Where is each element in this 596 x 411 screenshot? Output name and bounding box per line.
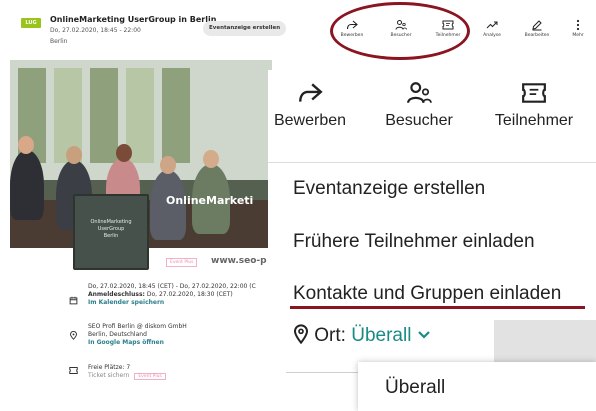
event-datetime: Do, 27.02.2020, 18:45 (CET) - Do, 27.02.…: [88, 283, 256, 290]
ticket-block: Freie Plätze: 7 Ticket sichern Event Plu…: [88, 364, 166, 380]
highlight-ellipse: [330, 2, 470, 60]
ticket-icon: [69, 367, 78, 374]
tool-label: Besucher: [385, 112, 453, 129]
dropdown-option-ueberall[interactable]: Überall: [385, 377, 445, 399]
menu-invite-contacts-groups[interactable]: Kontakte und Gruppen einladen: [293, 283, 561, 305]
tool-label: Bewerben: [273, 112, 347, 129]
tool-teilnehmer-zoomed[interactable]: Teilnehmer: [479, 80, 589, 130]
venue-block: SEO Profi Berlin @ diskom GmbH Berlin, D…: [88, 323, 187, 347]
toolbar-divider: [268, 162, 596, 163]
trend-chart-icon: [486, 21, 498, 29]
open-google-maps-link[interactable]: In Google Maps öffnen: [88, 339, 187, 347]
tool-label: Teilnehmer: [494, 112, 574, 129]
ticket-icon: [522, 83, 546, 103]
calendar-icon: [69, 296, 78, 305]
venue-city: Berlin, Deutschland: [88, 331, 147, 338]
location-pin-icon: [70, 331, 77, 340]
event-city: Berlin: [50, 38, 68, 45]
photo-overlay-text: OnlineMarketi: [166, 194, 254, 207]
zoomed-toolbar: Bewerben Besucher Teilnehmer: [268, 70, 596, 162]
tool-bearbeiten[interactable]: Bearbeiten: [517, 19, 557, 38]
top-bar: LUG OnlineMarketing UserGroup in Berlin …: [0, 0, 596, 60]
location-pin-icon: [293, 324, 309, 345]
ticket-link[interactable]: Ticket sichern: [88, 372, 129, 379]
location-dropdown: Überall: [358, 362, 596, 411]
event-title[interactable]: OnlineMarketing UserGroup in Berlin: [50, 15, 216, 24]
venue-name: SEO Profi Berlin @ diskom GmbH: [88, 323, 187, 330]
tool-label: Analyse: [483, 33, 501, 38]
free-seats: Freie Plätze: 7: [88, 364, 131, 371]
event-plus-badge: Event Plus: [134, 373, 166, 380]
tool-analyse[interactable]: Analyse: [472, 19, 512, 38]
tool-mehr[interactable]: Mehr: [560, 19, 596, 38]
date-block: Do, 27.02.2020, 18:45 (CET) - Do, 27.02.…: [88, 283, 256, 307]
event-plus-badge: Event Plus: [166, 258, 198, 267]
deadline-value: Do, 27.02.2020, 18:30 (CET): [146, 291, 233, 298]
deadline-label: Anmeldeschluss:: [88, 291, 145, 298]
deadline-line: Anmeldeschluss: Do, 27.02.2020, 18:30 (C…: [88, 291, 256, 299]
event-date: Do, 27.02.2020, 18:45 - 22:00: [50, 27, 141, 34]
chevron-down-icon[interactable]: [417, 330, 431, 340]
location-label: Ort:: [314, 325, 346, 346]
highlight-underline: [290, 306, 585, 309]
save-to-calendar-link[interactable]: Im Kalender speichern: [88, 299, 256, 307]
group-board-image: OnlineMarketing UserGroup Berlin: [73, 194, 149, 270]
menu-invite-past-attendees[interactable]: Frühere Teilnehmer einladen: [293, 231, 535, 253]
location-value[interactable]: Überall: [351, 325, 411, 346]
board-line: OnlineMarketing: [90, 219, 132, 225]
board-line: UserGroup: [97, 226, 125, 232]
share-arrow-icon: [299, 83, 323, 102]
pencil-icon: [532, 20, 542, 31]
board-line: Berlin: [103, 233, 119, 239]
tool-label: Mehr: [572, 33, 584, 38]
location-filter[interactable]: Ort: Überall: [293, 324, 431, 347]
group-logo: LUG: [21, 18, 41, 28]
zoom-overlay: Bewerben Besucher Teilnehmer Eventanzeig…: [268, 70, 596, 411]
create-event-ad-button[interactable]: Eventanzeige erstellen: [203, 21, 287, 36]
more-dots-icon: [576, 19, 580, 31]
tool-label: Bearbeiten: [524, 33, 550, 38]
people-icon: [407, 82, 432, 104]
menu-create-event-ad[interactable]: Eventanzeige erstellen: [293, 178, 485, 200]
website-text: www.seo-p: [211, 256, 267, 266]
tool-besucher-zoomed[interactable]: Besucher: [364, 80, 474, 130]
tool-bewerben-zoomed[interactable]: Bewerben: [255, 80, 365, 130]
